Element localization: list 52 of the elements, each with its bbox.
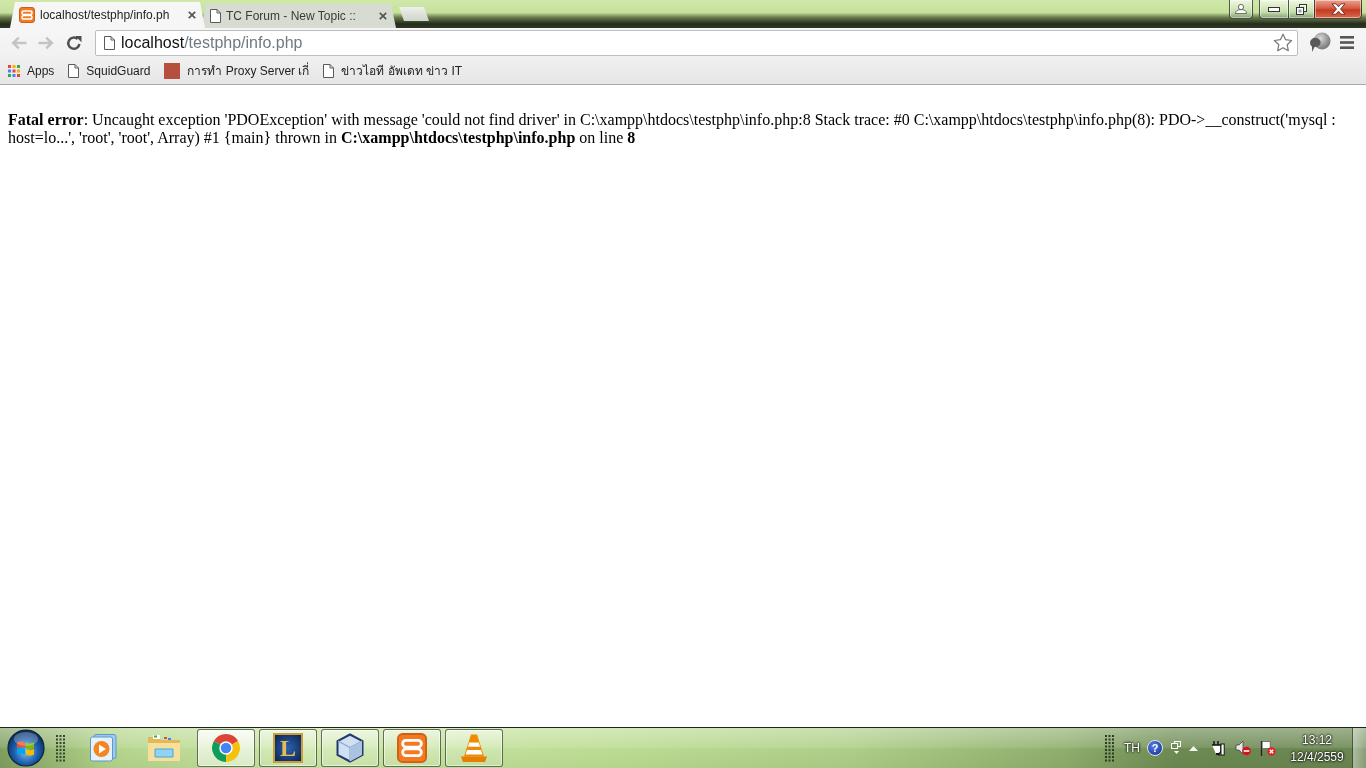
menu-icon[interactable] [1340,36,1354,49]
show-desktop-button[interactable] [1352,728,1366,768]
close-icon [1330,3,1346,15]
apps-grid-icon [8,64,20,77]
reload-icon[interactable] [66,34,82,51]
close-button[interactable] [1314,0,1362,19]
photo-placeholder [164,62,181,79]
bookmark-item[interactable]: ข่าวไอที อัพเดท ข่าว IT [317,59,469,82]
caret-up-icon[interactable] [1189,745,1198,751]
help-icon[interactable]: ? [1147,740,1163,756]
taskbar-button[interactable] [445,729,503,767]
minimize-button[interactable] [1259,0,1288,19]
cube-icon [336,733,364,763]
bookmark-item[interactable]: การทำ Proxy Server เกี่ [158,59,316,82]
close-icon[interactable] [188,11,196,19]
profile-button[interactable] [1229,0,1253,19]
letter-logo: L [273,733,303,763]
speaker-muted-icon[interactable] [1235,740,1251,756]
start-button[interactable] [7,729,45,767]
browser-tab[interactable]: localhost/testphp/info.ph [10,2,205,28]
taskbar-button[interactable] [321,729,379,767]
address-bar[interactable]: localhost/testphp/info.php [95,29,1298,56]
page-icon [68,63,80,78]
taskbar-button[interactable]: L [259,729,317,767]
power-plug-icon[interactable] [1211,740,1225,756]
bookmark-item[interactable]: SquidGuard [62,59,157,82]
app-logo-icon [19,7,35,23]
person-icon [1235,4,1247,14]
page-icon [210,9,221,23]
play-icon[interactable] [87,734,117,762]
traffic-cone-icon [460,733,488,763]
taskbar-button[interactable] [383,729,441,767]
grip-icon [56,734,65,762]
close-icon[interactable] [379,12,387,20]
restore-icon [1296,3,1307,15]
grip-icon [1105,734,1114,762]
new-tab-button[interactable] [399,7,429,21]
clock-date[interactable]: 12/4/2559 [1290,749,1344,764]
flag-alert-icon[interactable] [1260,740,1276,756]
window-arrow-icon[interactable] [1171,741,1181,755]
page-icon [323,63,335,78]
page-icon [104,35,115,50]
error-message: Fatal error: Uncaught exception 'PDOException' with message 'could not find driver' in C:\xampp\htdocs\testphp\info.php:8 Stack trace: #0 C:\xampp\htdocs\testphp\info.php(8): PDO->__construct('mysql : host=lo...', 'root', 'root', Array) #1 {main} thrown in C:\xampp\htdocs\testphp\info.php on line 8 [7,110,1337,147]
app-logo-icon [397,733,427,763]
taskbar-button[interactable] [197,729,255,767]
bookmark-item[interactable]: Apps [2,59,61,82]
browser-tab[interactable]: TC Forum - New Topic :: [201,4,396,28]
browser-icon [211,733,241,763]
minimize-icon [1268,6,1280,12]
restore-button[interactable] [1288,0,1314,19]
globe-bubble-icon[interactable] [1309,32,1331,53]
star-icon[interactable] [1273,33,1293,52]
